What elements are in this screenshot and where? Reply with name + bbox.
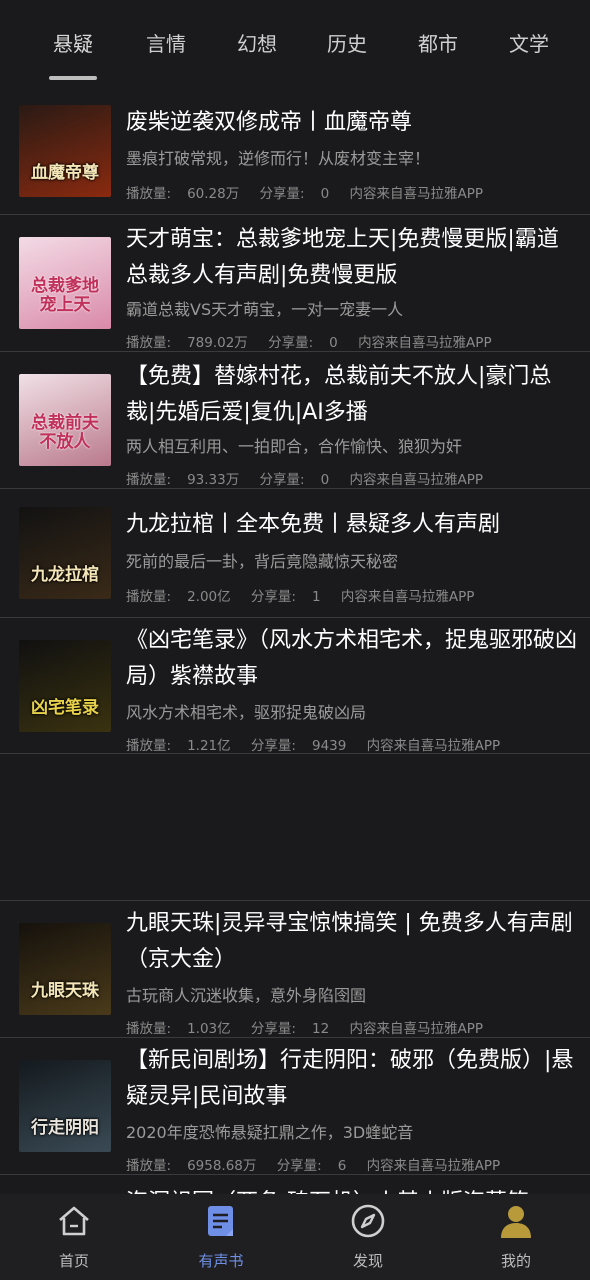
plays-count: 1.21亿 — [187, 738, 231, 754]
nav-profile-label: 我的 — [500, 1252, 531, 1270]
book-description: 死前的最后一卦，背后竟隐藏惊天秘密 — [126, 552, 399, 571]
nav-profile[interactable]: 我的 — [466, 1194, 566, 1280]
shares-label: 分享量: — [259, 472, 305, 488]
book-cover[interactable]: 九眼天珠 — [19, 923, 111, 1015]
compass-icon — [351, 1204, 385, 1238]
home-icon — [59, 1206, 89, 1236]
nav-audiobook[interactable]: 有声书 — [171, 1194, 271, 1280]
tab-fantasy[interactable]: 幻想 — [217, 28, 297, 57]
plays-label: 播放量: — [126, 1158, 172, 1174]
shares-label: 分享量: — [250, 1021, 296, 1037]
book-cover[interactable]: 行走阴阳 — [19, 1060, 111, 1152]
empty-row — [0, 754, 590, 901]
list-item[interactable]: 总裁爹地宠上天 天才萌宝：总裁爹地宠上天|免费慢更版|霸道总裁多人有声剧|免费慢… — [0, 215, 590, 352]
list-item[interactable]: 凶宅笔录 《凶宅笔录》（风水方术相宅术，捉鬼驱邪破凶局）紫襟故事 风水方术相宅术… — [0, 618, 590, 754]
content-source: 内容来自喜马拉雅APP — [340, 589, 475, 605]
book-stats: 播放量: 1.21亿 分享量: 9439 内容来自喜马拉雅APP — [126, 734, 586, 754]
plays-count: 1.03亿 — [187, 1021, 231, 1037]
book-cover[interactable]: 血魔帝尊 — [19, 105, 111, 197]
cover-title: 血魔帝尊 — [31, 163, 99, 183]
content-source: 内容来自喜马拉雅APP — [366, 738, 501, 754]
shares-label: 分享量: — [250, 589, 296, 605]
profile-icon — [501, 1206, 531, 1238]
plays-count: 789.02万 — [187, 335, 248, 351]
plays-count: 6958.68万 — [187, 1158, 257, 1174]
list-item[interactable]: 总裁前夫不放人 【免费】替嫁村花，总裁前夫不放人|豪门总裁|先婚后爱|复仇|AI… — [0, 352, 590, 489]
list-item[interactable]: 九龙拉棺 九龙拉棺丨全本免费丨悬疑多人有声剧 死前的最后一卦，背后竟隐藏惊天秘密… — [0, 489, 590, 618]
nav-discover-label: 发现 — [352, 1252, 383, 1270]
tab-urban[interactable]: 都市 — [398, 28, 478, 57]
book-stats: 播放量: 60.28万 分享量: 0 内容来自喜马拉雅APP — [126, 182, 586, 202]
shares-label: 分享量: — [259, 186, 305, 202]
shares-count: 6 — [337, 1158, 347, 1174]
book-stats: 播放量: 1.03亿 分享量: 12 内容来自喜马拉雅APP — [126, 1017, 586, 1037]
content-source: 内容来自喜马拉雅APP — [358, 335, 492, 351]
active-tab-indicator — [49, 76, 97, 80]
book-description: 风水方术相宅术，驱邪捉鬼破凶局 — [126, 703, 367, 722]
nav-discover[interactable]: 发现 — [318, 1194, 418, 1280]
content-source: 内容来自喜马拉雅APP — [366, 1158, 501, 1174]
nav-home-label: 首页 — [58, 1252, 89, 1270]
tab-history[interactable]: 历史 — [307, 28, 387, 57]
plays-label: 播放量: — [126, 335, 172, 351]
plays-count: 93.33万 — [187, 472, 240, 488]
plays-label: 播放量: — [126, 589, 172, 605]
book-title[interactable]: 《凶宅笔录》（风水方术相宅术，捉鬼驱邪破凶局）紫襟故事 — [126, 623, 580, 695]
plays-label: 播放量: — [126, 738, 172, 754]
tab-literature[interactable]: 文学 — [489, 28, 569, 57]
plays-count: 2.00亿 — [187, 589, 231, 605]
plays-count: 60.28万 — [187, 186, 240, 202]
cover-title: 总裁前夫不放人 — [31, 413, 99, 452]
book-title[interactable]: 【新民间剧场】行走阴阳：破邪（免费版）|悬疑灵异|民间故事 — [126, 1043, 580, 1115]
book-stats: 播放量: 6958.68万 分享量: 6 内容来自喜马拉雅APP — [126, 1154, 586, 1174]
shares-count: 12 — [311, 1021, 330, 1037]
plays-label: 播放量: — [126, 186, 172, 202]
plays-label: 播放量: — [126, 1021, 172, 1037]
tab-romance[interactable]: 言情 — [126, 28, 206, 57]
list-item[interactable]: 行走阴阳 【新民间剧场】行走阴阳：破邪（免费版）|悬疑灵异|民间故事 2020年… — [0, 1038, 590, 1175]
book-stats: 播放量: 93.33万 分享量: 0 内容来自喜马拉雅APP — [126, 468, 586, 488]
book-cover[interactable]: 九龙拉棺 — [19, 507, 111, 599]
content-source: 内容来自喜马拉雅APP — [349, 186, 483, 202]
shares-label: 分享量: — [276, 1158, 322, 1174]
nav-audiobook-label: 有声书 — [198, 1252, 244, 1270]
category-tabs: 悬疑 言情 幻想 历史 都市 文学 — [0, 0, 590, 90]
shares-count: 0 — [320, 472, 330, 488]
cover-title: 凶宅笔录 — [31, 698, 99, 718]
list-item[interactable]: 九眼天珠 九眼天珠|灵异寻宝惊悚搞笑 | 免费多人有声剧（京大金） 古玩商人沉迷… — [0, 901, 590, 1038]
book-description: 古玩商人沉迷收集，意外身陷囹圄 — [126, 986, 367, 1005]
shares-label: 分享量: — [250, 738, 296, 754]
book-title[interactable]: 九眼天珠|灵异寻宝惊悚搞笑 | 免费多人有声剧（京大金） — [126, 906, 580, 978]
cover-title: 行走阴阳 — [31, 1118, 99, 1138]
shares-count: 1 — [311, 589, 321, 605]
cover-title: 九龙拉棺 — [31, 565, 99, 585]
book-description: 两人相互利用、一拍即合，合作愉快、狼狈为奸 — [126, 437, 463, 456]
book-cover[interactable]: 总裁爹地宠上天 — [19, 237, 111, 329]
book-title[interactable]: 废柴逆袭双修成帝丨血魔帝尊 — [126, 105, 580, 141]
content-source: 内容来自喜马拉雅APP — [349, 472, 483, 488]
plays-label: 播放量: — [126, 472, 172, 488]
book-stats: 播放量: 2.00亿 分享量: 1 内容来自喜马拉雅APP — [126, 585, 586, 605]
book-stats: 播放量: 789.02万 分享量: 0 内容来自喜马拉雅APP — [126, 331, 586, 351]
shares-count: 9439 — [311, 738, 347, 754]
book-title[interactable]: 【免费】替嫁村花，总裁前夫不放人|豪门总裁|先婚后爱|复仇|AI多播 — [126, 359, 580, 431]
content-source: 内容来自喜马拉雅APP — [349, 1021, 483, 1037]
nav-home[interactable]: 首页 — [24, 1194, 124, 1280]
cover-title: 总裁爹地宠上天 — [31, 276, 99, 315]
bottom-navigation: 首页 有声书 发现 我的 — [0, 1194, 590, 1280]
shares-count: 0 — [329, 335, 338, 351]
book-title[interactable]: 天才萌宝：总裁爹地宠上天|免费慢更版|霸道总裁多人有声剧|免费慢更版 — [126, 222, 580, 294]
book-description: 墨痕打破常规，逆修而行！从废材变主宰！ — [126, 149, 431, 168]
audiobook-icon — [208, 1206, 233, 1236]
book-cover[interactable]: 凶宅笔录 — [19, 640, 111, 732]
shares-label: 分享量: — [268, 335, 314, 351]
book-description: 霸道总裁VS天才萌宝，一对一宠妻一人 — [126, 300, 404, 319]
book-title[interactable]: 九龙拉棺丨全本免费丨悬疑多人有声剧 — [126, 507, 580, 543]
list-item[interactable]: 血魔帝尊 废柴逆袭双修成帝丨血魔帝尊 墨痕打破常规，逆修而行！从废材变主宰！ 播… — [0, 90, 590, 215]
shares-count: 0 — [320, 186, 330, 202]
book-cover[interactable]: 总裁前夫不放人 — [19, 374, 111, 466]
book-description: 2020年度恐怖悬疑扛鼎之作，3D蝰蛇音 — [126, 1123, 414, 1142]
tab-suspense[interactable]: 悬疑 — [33, 28, 113, 57]
cover-title: 九眼天珠 — [31, 981, 99, 1001]
